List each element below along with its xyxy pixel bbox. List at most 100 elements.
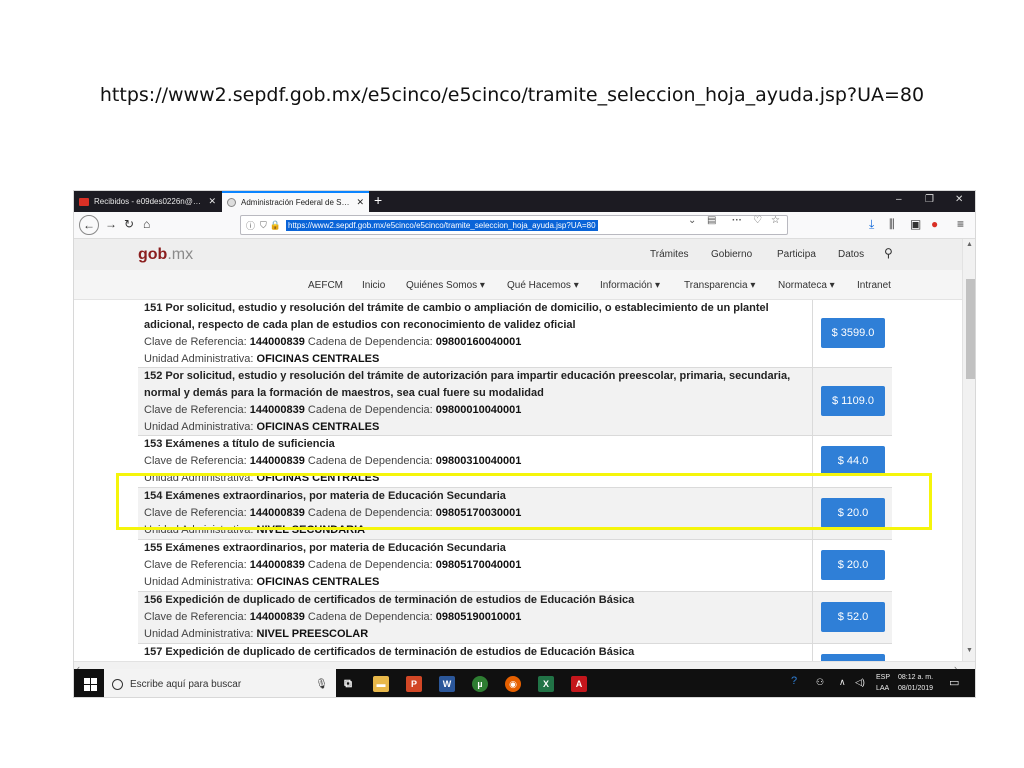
- nav-gobierno[interactable]: Gobierno: [711, 249, 752, 260]
- back-icon[interactable]: ←: [79, 215, 99, 235]
- page-actions-icon[interactable]: ···: [732, 215, 742, 226]
- bookmark-star-icon[interactable]: ☆: [771, 215, 780, 226]
- vertical-scrollbar[interactable]: ▲ ▼: [962, 239, 975, 661]
- dep-value: 09805190010001: [435, 611, 522, 623]
- item-reference: Clave de Referencia: 144000839 Cadena de…: [138, 334, 892, 351]
- nav-participa[interactable]: Participa: [777, 249, 816, 260]
- price-button[interactable]: [821, 654, 885, 661]
- gob-header: gob.mx Trámites Gobierno Participa Datos…: [74, 239, 962, 270]
- task-view-icon[interactable]: ⧉: [340, 676, 356, 692]
- subnav-que-hacemos[interactable]: Qué Hacemos ▾: [507, 280, 579, 291]
- maximize-button[interactable]: ❐: [925, 194, 934, 205]
- ref-label: Clave de Referencia:: [144, 559, 247, 571]
- list-item: 157 Expedición de duplicado de certifica…: [138, 644, 892, 661]
- notifications-icon[interactable]: ▭: [949, 676, 959, 689]
- library-icon[interactable]: ⫼: [889, 217, 895, 232]
- dep-value: 09800010040001: [435, 404, 522, 416]
- nav-tramites[interactable]: Trámites: [650, 249, 689, 260]
- chevron-up-icon[interactable]: ∧: [839, 677, 846, 688]
- subnav-normateca[interactable]: Normateca ▾: [778, 280, 835, 291]
- menu-icon[interactable]: ≡: [957, 217, 964, 231]
- reader-view-icon[interactable]: ▤: [707, 215, 716, 226]
- price-button[interactable]: $ 20.0: [821, 550, 885, 580]
- acrobat-icon[interactable]: A: [571, 676, 587, 692]
- close-window-button[interactable]: ✕: [955, 194, 963, 205]
- close-icon[interactable]: ✕: [208, 196, 216, 207]
- taskbar-search-box[interactable]: Escribe aquí para buscar 🎙: [104, 669, 336, 697]
- minimize-button[interactable]: –: [896, 194, 902, 205]
- download-icon[interactable]: ⤓: [869, 217, 874, 232]
- navigation-toolbar: ← → ↻ ⌂ ⓘ ⛉ 🔒 https://www2.sepdf.gob.mx/…: [74, 212, 975, 239]
- scrollbar-thumb[interactable]: [966, 279, 975, 379]
- windows-taskbar: Escribe aquí para buscar 🎙 ⧉ ▬ P W µ ◉ X…: [74, 669, 975, 697]
- unit-value: OFICINAS CENTRALES: [256, 421, 380, 433]
- home-icon[interactable]: ⌂: [143, 217, 150, 231]
- adblock-icon[interactable]: ●: [931, 217, 938, 231]
- unit-label: Unidad Administrativa:: [144, 576, 254, 588]
- lang-line1: ESP: [876, 674, 891, 681]
- price-button[interactable]: $ 52.0: [821, 602, 885, 632]
- item-title: 156 Expedición de duplicado de certifica…: [144, 594, 635, 606]
- subnav-informacion[interactable]: Información ▾: [600, 280, 660, 291]
- sidebar-icon[interactable]: ▣: [910, 217, 921, 231]
- clock[interactable]: 08:12 a. m. 08/01/2019: [898, 672, 933, 694]
- tab-gmail[interactable]: Recibidos - e09des0226n@sepdf ✕: [74, 191, 221, 212]
- price-cell: $ 20.0: [812, 540, 892, 591]
- scroll-up-icon[interactable]: ▲: [966, 241, 973, 248]
- cortana-icon: [112, 678, 123, 690]
- windows-start-icon[interactable]: [84, 678, 97, 691]
- utorrent-icon[interactable]: µ: [472, 676, 488, 692]
- new-tab-button[interactable]: +: [374, 192, 382, 208]
- dropdown-arrow-icon[interactable]: ⌄: [688, 215, 696, 226]
- item-unit: Unidad Administrativa: OFICINAS CENTRALE…: [138, 574, 892, 591]
- language-indicator[interactable]: ESP LAA: [876, 672, 890, 694]
- unit-label: Unidad Administrativa:: [144, 421, 254, 433]
- ref-label: Clave de Referencia:: [144, 404, 247, 416]
- gob-logo[interactable]: gob.mx: [138, 246, 193, 264]
- list-item: 152 Por solicitud, estudio y resolución …: [138, 368, 892, 436]
- volume-icon[interactable]: ◁): [855, 677, 865, 688]
- lang-line2: LAA: [876, 685, 890, 692]
- search-icon[interactable]: ⚲: [884, 246, 893, 260]
- help-icon[interactable]: ?: [791, 675, 797, 687]
- unit-label: Unidad Administrativa:: [144, 628, 254, 640]
- url-text[interactable]: https://www2.sepdf.gob.mx/e5cinco/e5cinc…: [286, 219, 598, 231]
- subnav-transparencia[interactable]: Transparencia ▾: [684, 280, 755, 291]
- item-unit: Unidad Administrativa: NIVEL PREESCOLAR: [138, 626, 892, 643]
- price-cell: $ 52.0: [812, 592, 892, 643]
- microphone-icon[interactable]: 🎙: [315, 679, 328, 690]
- forward-icon[interactable]: →: [105, 217, 117, 231]
- firefox-icon[interactable]: ◉: [505, 676, 521, 692]
- price-button[interactable]: $ 1109.0: [821, 386, 885, 416]
- clock-time: 08:12 a. m.: [898, 674, 934, 681]
- lock-icon[interactable]: 🔒: [270, 220, 281, 231]
- pocket-icon[interactable]: ♡: [753, 215, 762, 226]
- nav-datos[interactable]: Datos: [838, 249, 864, 260]
- close-icon[interactable]: ✕: [356, 197, 364, 208]
- subnav-inicio[interactable]: Inicio: [362, 280, 385, 291]
- reload-icon[interactable]: ↻: [124, 217, 134, 231]
- item-unit: Unidad Administrativa: OFICINAS CENTRALE…: [138, 351, 892, 368]
- dep-label: Cadena de Dependencia:: [307, 404, 433, 416]
- subnav-quienes-somos[interactable]: Quiénes Somos ▾: [406, 280, 485, 291]
- item-title: 153 Exámenes a título de suficiencia: [144, 438, 335, 450]
- price-button[interactable]: $ 3599.0: [821, 318, 885, 348]
- powerpoint-icon[interactable]: P: [406, 676, 422, 692]
- word-icon[interactable]: W: [439, 676, 455, 692]
- price-button[interactable]: $ 44.0: [821, 446, 885, 476]
- item-reference: Clave de Referencia: 144000839 Cadena de…: [138, 557, 892, 574]
- price-cell: $ 1109.0: [812, 368, 892, 435]
- info-icon[interactable]: ⓘ: [246, 219, 255, 232]
- people-icon[interactable]: ⚇: [816, 677, 824, 688]
- subnav-intranet[interactable]: Intranet: [857, 280, 891, 291]
- ref-value: 144000839: [249, 404, 305, 416]
- url-bar[interactable]: ⓘ ⛉ 🔒 https://www2.sepdf.gob.mx/e5cinco/…: [240, 215, 788, 235]
- file-explorer-icon[interactable]: ▬: [373, 676, 389, 692]
- subnav-aefcm[interactable]: AEFCM: [308, 280, 343, 291]
- tab-aefcm[interactable]: Administración Federal de Servi ✕: [222, 191, 369, 212]
- item-title: 152 Por solicitud, estudio y resolución …: [144, 370, 791, 399]
- tracking-shield-icon[interactable]: ⛉: [260, 220, 267, 231]
- scroll-down-icon[interactable]: ▼: [966, 647, 973, 654]
- ref-label: Clave de Referencia:: [144, 611, 247, 623]
- excel-icon[interactable]: X: [538, 676, 554, 692]
